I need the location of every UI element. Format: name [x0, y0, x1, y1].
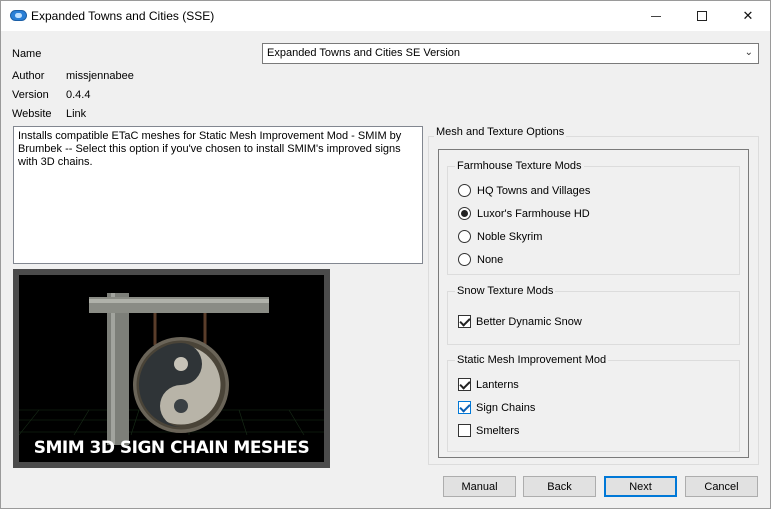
author-label: Author	[12, 70, 45, 82]
checkbox-lanterns[interactable]: Lanterns	[458, 378, 519, 391]
radio-indicator	[458, 184, 471, 197]
checkbox-smelters[interactable]: Smelters	[458, 424, 519, 437]
radio-hq-towns[interactable]: HQ Towns and Villages	[458, 184, 590, 197]
maximize-icon	[697, 11, 707, 21]
title-bar[interactable]: Expanded Towns and Cities (SSE) ✕	[1, 1, 770, 31]
checkbox-indicator	[458, 401, 471, 414]
author-value: missjennabee	[66, 70, 134, 82]
name-label: Name	[12, 48, 42, 60]
smim-title: Static Mesh Improvement Mod	[455, 354, 609, 366]
chevron-down-icon: ⌄	[744, 47, 753, 58]
options-panel: Farmhouse Texture Mods HQ Towns and Vill…	[438, 149, 749, 458]
checkbox-label: Sign Chains	[476, 401, 536, 414]
checkbox-label: Better Dynamic Snow	[476, 315, 582, 328]
manual-button[interactable]: Manual	[443, 476, 516, 497]
farmhouse-texture-title: Farmhouse Texture Mods	[455, 160, 584, 172]
radio-indicator	[458, 207, 471, 220]
image-caption: SMIM 3D SIGN CHAIN MESHES	[33, 438, 310, 458]
options-title: Mesh and Texture Options	[434, 126, 567, 138]
next-button[interactable]: Next	[604, 476, 677, 497]
radio-label: Luxor's Farmhouse HD	[477, 207, 590, 220]
close-icon: ✕	[742, 8, 754, 23]
window-title: Expanded Towns and Cities (SSE)	[31, 9, 215, 23]
website-label: Website	[12, 108, 52, 120]
installer-window: Expanded Towns and Cities (SSE) ✕ Name E…	[0, 0, 771, 509]
option-description: Installs compatible ETaC meshes for Stat…	[13, 126, 423, 264]
version-label: Version	[12, 89, 49, 101]
checkbox-label: Smelters	[476, 424, 520, 437]
radio-luxors-farmhouse[interactable]: Luxor's Farmhouse HD	[458, 207, 590, 220]
radio-none[interactable]: None	[458, 253, 503, 266]
snow-texture-title: Snow Texture Mods	[455, 285, 556, 297]
close-button[interactable]: ✕	[725, 1, 771, 31]
checkbox-label: Lanterns	[476, 378, 519, 391]
option-image-frame: SMIM 3D SIGN CHAIN MESHES	[13, 269, 330, 468]
cancel-button[interactable]: Cancel	[685, 476, 758, 497]
radio-noble-skyrim[interactable]: Noble Skyrim	[458, 230, 542, 243]
checkbox-better-dynamic-snow[interactable]: Better Dynamic Snow	[458, 315, 582, 328]
version-value: 0.4.4	[66, 89, 91, 101]
minimize-icon	[651, 15, 661, 17]
radio-label: HQ Towns and Villages	[477, 184, 591, 197]
checkbox-sign-chains[interactable]: Sign Chains	[458, 401, 535, 414]
version-select[interactable]: Expanded Towns and Cities SE Version ⌄	[262, 43, 759, 64]
radio-label: None	[477, 253, 504, 266]
radio-label: Noble Skyrim	[477, 230, 543, 243]
version-select-value: Expanded Towns and Cities SE Version	[267, 47, 461, 59]
radio-indicator	[458, 253, 471, 266]
website-link[interactable]: Link	[66, 108, 86, 120]
option-image: SMIM 3D SIGN CHAIN MESHES	[19, 275, 324, 462]
app-icon	[10, 10, 27, 21]
sign-chain-illustration	[19, 293, 324, 445]
maximize-button[interactable]	[679, 1, 725, 31]
checkbox-indicator	[458, 424, 471, 437]
radio-indicator	[458, 230, 471, 243]
back-button[interactable]: Back	[523, 476, 596, 497]
checkbox-indicator	[458, 378, 471, 391]
checkbox-indicator	[458, 315, 471, 328]
minimize-button[interactable]	[633, 1, 679, 31]
